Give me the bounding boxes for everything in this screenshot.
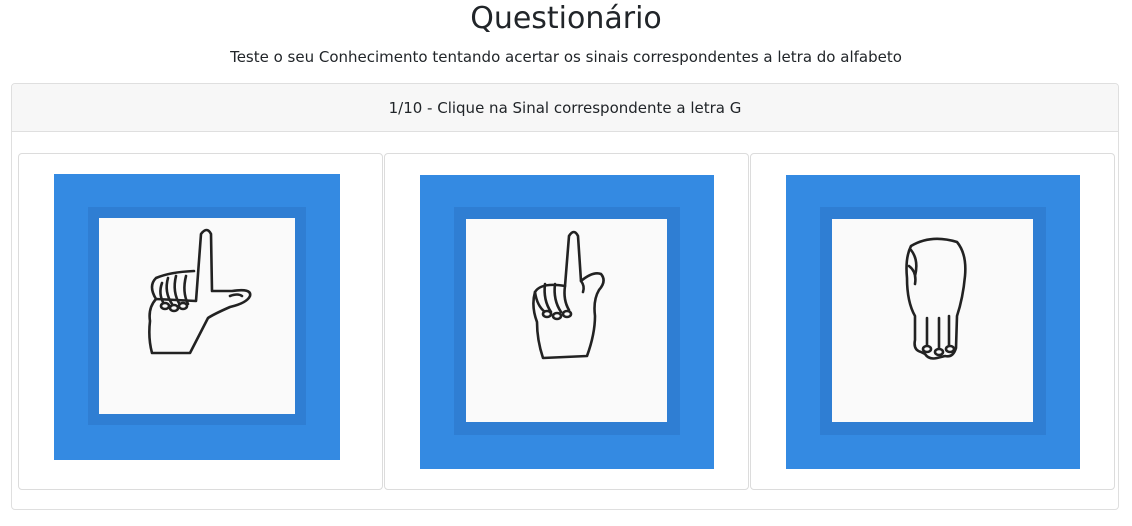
question-header: 1/10 - Clique na Sinal correspondente a … [12,84,1118,132]
hand-sign-l-icon [148,228,252,355]
hand-sign-m-icon [905,237,967,360]
answer-options [18,153,1115,490]
page-subtitle: Teste o seu Conhecimento tentando acerta… [230,48,902,66]
question-card: 1/10 - Clique na Sinal correspondente a … [11,83,1119,510]
question-text: 1/10 - Clique na Sinal correspondente a … [388,98,742,117]
answer-option-2[interactable] [384,153,749,490]
hand-sign-d-icon [532,230,605,360]
page-title: Questionário [470,1,662,36]
answer-option-3[interactable] [750,153,1115,490]
answer-option-1[interactable] [18,153,383,490]
